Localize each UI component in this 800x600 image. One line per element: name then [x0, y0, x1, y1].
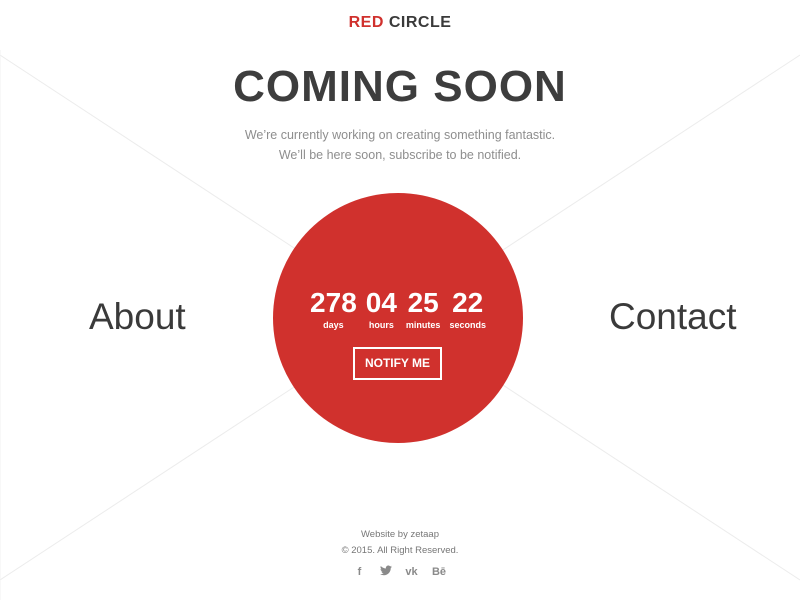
brand-logo-red: RED [348, 14, 384, 31]
about-link[interactable]: About [89, 296, 186, 338]
countdown-minutes-label: minutes [405, 320, 441, 330]
countdown-seconds: 22 seconds [449, 287, 486, 331]
twitter-icon[interactable] [379, 565, 392, 579]
countdown-seconds-value: 22 [452, 287, 484, 318]
vk-icon[interactable]: vk [405, 565, 418, 579]
countdown-hours: 04 hours [365, 287, 397, 331]
subtitle-line-1: We’re currently working on creating some… [244, 128, 556, 142]
countdown-days-value: 278 [310, 287, 357, 318]
footer-copyright: © 2015. All Right Reserved. [341, 545, 459, 556]
countdown-days-label: days [323, 320, 344, 330]
notify-me-button[interactable]: NOTIFY ME [353, 347, 442, 380]
twitter-icon-glyph [379, 565, 392, 576]
countdown-hours-value: 04 [365, 287, 397, 318]
page: RED CIRCLE COMING SOON We’re currently w… [0, 0, 800, 600]
subtitle-line-2: We’ll be here soon, subscribe to be noti… [278, 148, 522, 162]
countdown-circle: 278 days 04 hours 25 minutes 22 seconds … [273, 193, 523, 443]
brand-logo[interactable]: RED CIRCLE [0, 14, 800, 32]
countdown-hours-label: hours [368, 320, 394, 330]
contact-link[interactable]: Contact [609, 296, 737, 338]
countdown: 278 days 04 hours 25 minutes 22 seconds [273, 287, 523, 331]
brand-logo-dark: CIRCLE [388, 14, 452, 31]
page-title: COMING SOON [233, 62, 567, 111]
countdown-seconds-label: seconds [449, 320, 486, 330]
footer-credit: Website by zetaap [361, 529, 439, 540]
social-links: f vk Bē [0, 565, 800, 579]
countdown-minutes: 25 minutes [405, 287, 441, 331]
facebook-icon[interactable]: f [353, 565, 366, 579]
countdown-minutes-value: 25 [407, 287, 439, 318]
countdown-days: 278 days [310, 287, 357, 331]
behance-icon[interactable]: Bē [431, 565, 447, 579]
